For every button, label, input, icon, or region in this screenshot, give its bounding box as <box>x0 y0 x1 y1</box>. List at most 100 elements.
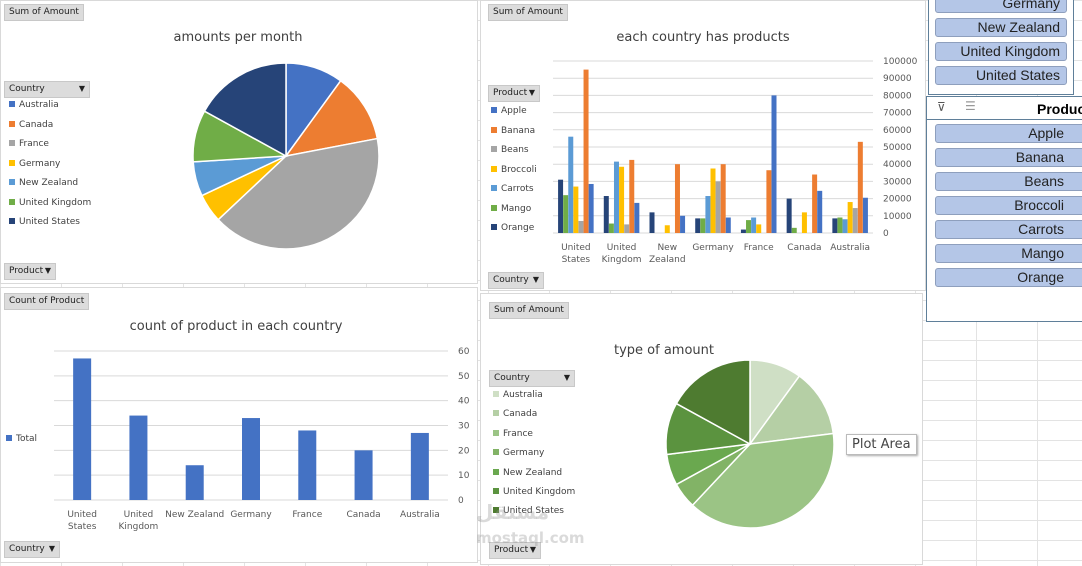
country-filter-button[interactable]: Country ▼ <box>4 81 90 98</box>
product-filter-button[interactable]: Product ▼ <box>4 263 56 280</box>
bar-banana-france[interactable] <box>766 170 772 233</box>
bar-orange-australia[interactable] <box>832 218 838 233</box>
bar-broccoli-australia[interactable] <box>847 202 853 233</box>
label: New Zealand <box>19 178 79 188</box>
slicer-item-united-kingdom[interactable]: United Kingdom <box>935 42 1067 61</box>
bar-broccoli-germany[interactable] <box>710 168 716 234</box>
x-tick-label: Germany <box>692 243 734 253</box>
bar-apple-france[interactable] <box>771 95 777 234</box>
x-tick-label: Canada <box>787 243 821 253</box>
bar-orange-united-kingdom[interactable] <box>603 196 609 233</box>
bar-total-united-kingdom[interactable] <box>129 415 148 500</box>
bar-banana-united-kingdom[interactable] <box>629 159 635 233</box>
bar-total-france[interactable] <box>298 430 317 500</box>
swatch <box>9 101 15 107</box>
bar-apple-germany[interactable] <box>725 217 731 233</box>
dropdown-arrow-icon: ▼ <box>48 544 55 553</box>
bar-mango-united-kingdom[interactable] <box>608 223 614 233</box>
bar-broccoli-united-states[interactable] <box>573 186 579 233</box>
sum-of-amount-button[interactable]: Sum of Amount <box>489 302 569 319</box>
chart-each-country-has-products[interactable]: 0 10000 20000 30000 40000 50000 60000 70000 8000… <box>480 0 926 291</box>
y-tick-label: 50 <box>458 372 470 382</box>
slicer-item-germany[interactable]: Germany <box>935 0 1067 13</box>
bar-mango-australia[interactable] <box>837 217 843 233</box>
bar-mango-united-states[interactable] <box>563 195 569 233</box>
bar-orange-france[interactable] <box>740 229 746 233</box>
slicer-item-beans[interactable]: Beans <box>935 172 1082 191</box>
bar-carrots-france[interactable] <box>751 217 757 233</box>
label: France <box>503 428 533 439</box>
x-tick-label: United <box>561 243 591 253</box>
legend-item: France <box>9 139 49 149</box>
bar-broccoli-france[interactable] <box>756 224 762 233</box>
dropdown-arrow-icon: ▼ <box>528 88 535 97</box>
count-of-product-button[interactable]: Count of Product <box>4 293 90 310</box>
country-filter-button[interactable]: Country ▼ <box>489 370 575 387</box>
bar-orange-new-zealand[interactable] <box>649 212 655 233</box>
bar-banana-australia[interactable] <box>857 141 863 233</box>
bar-carrots-germany[interactable] <box>705 196 711 233</box>
slicer-item-mango[interactable]: Mango <box>935 244 1082 263</box>
swatch <box>6 435 12 441</box>
bar-apple-new-zealand[interactable] <box>680 215 686 233</box>
bar-total-united-states[interactable] <box>73 358 92 500</box>
bar-banana-canada[interactable] <box>812 174 818 233</box>
country-slicer[interactable]: Germany New Zealand United Kingdom United S… <box>928 0 1074 95</box>
chart-title: count of product in each country <box>129 319 343 334</box>
bar-broccoli-new-zealand[interactable] <box>664 225 670 233</box>
slicer-item-carrots[interactable]: Carrots <box>935 220 1082 239</box>
slicer-item-united-states[interactable]: United States <box>935 66 1067 85</box>
bar-beans-germany[interactable] <box>715 181 721 233</box>
bar-banana-new-zealand[interactable] <box>674 164 680 233</box>
slicer-item-apple[interactable]: Apple <box>935 124 1082 143</box>
bar-banana-united-states[interactable] <box>583 69 589 233</box>
bar-total-canada[interactable] <box>354 450 373 500</box>
bar-apple-canada[interactable] <box>817 190 823 233</box>
sum-of-amount-button[interactable]: Sum of Amount <box>488 4 568 21</box>
bar-broccoli-united-kingdom[interactable] <box>619 166 625 233</box>
bar-mango-france[interactable] <box>746 220 752 233</box>
bar-apple-united-states[interactable] <box>588 183 594 233</box>
bar-beans-australia[interactable] <box>852 208 858 233</box>
clear-filter-icon[interactable]: ⊽ <box>937 100 946 114</box>
label: Australia <box>503 390 543 400</box>
bar-mango-germany[interactable] <box>700 218 706 233</box>
bar-carrots-united-states[interactable] <box>568 136 574 233</box>
slicer-item-new-zealand[interactable]: New Zealand <box>935 18 1067 37</box>
chart-count-of-product[interactable]: 0 10 20 30 40 50 60 United States United Kingdom Ne… <box>0 287 478 563</box>
bar-total-germany[interactable] <box>242 418 260 500</box>
x-tick-label: United <box>67 510 97 520</box>
country-filter-button[interactable]: Country ▼ <box>4 541 60 558</box>
label: Australia <box>19 100 59 110</box>
legend-item: Banana <box>491 126 535 136</box>
bar-total-australia[interactable] <box>410 432 429 500</box>
bar-carrots-australia[interactable] <box>842 219 848 233</box>
sum-of-amount-button[interactable]: Sum of Amount <box>4 4 84 21</box>
bar-mango-canada[interactable] <box>791 227 797 233</box>
product-slicer[interactable]: ⊽ ☰ Produc Apple Banana Beans Broccoli Carro… <box>926 96 1082 322</box>
bar-broccoli-canada[interactable] <box>801 212 807 233</box>
bar-orange-united-states[interactable] <box>558 179 564 233</box>
x-tick-label: Germany <box>230 510 272 520</box>
bar-orange-germany[interactable] <box>695 218 701 233</box>
slicer-item-orange[interactable]: Orange <box>935 268 1082 287</box>
chart-amounts-per-month[interactable]: Sum of Amount amounts per month Country ▼… <box>0 0 478 284</box>
country-filter-button[interactable]: Country ▼ <box>488 272 544 289</box>
bar-beans-united-states[interactable] <box>578 220 584 233</box>
bar-orange-canada[interactable] <box>786 198 792 233</box>
legend-item: United Kingdom <box>9 198 91 208</box>
watermark-logo: مستقل mostaql.com <box>476 500 585 547</box>
bar-beans-united-kingdom[interactable] <box>624 224 630 233</box>
bar-carrots-united-kingdom[interactable] <box>613 161 619 233</box>
product-filter-button[interactable]: Product ▼ <box>488 85 540 102</box>
label: Total <box>16 434 38 444</box>
bar-apple-australia[interactable] <box>862 197 868 233</box>
slicer-item-banana[interactable]: Banana <box>935 148 1082 167</box>
slicer-item-broccoli[interactable]: Broccoli <box>935 196 1082 215</box>
bar-apple-united-kingdom[interactable] <box>634 202 640 233</box>
plot-area-tooltip: Plot Area <box>846 434 917 455</box>
multi-select-icon[interactable]: ☰ <box>965 99 976 113</box>
swatch <box>493 429 499 436</box>
bar-banana-germany[interactable] <box>720 164 726 233</box>
bar-total-new-zealand[interactable] <box>185 465 204 500</box>
